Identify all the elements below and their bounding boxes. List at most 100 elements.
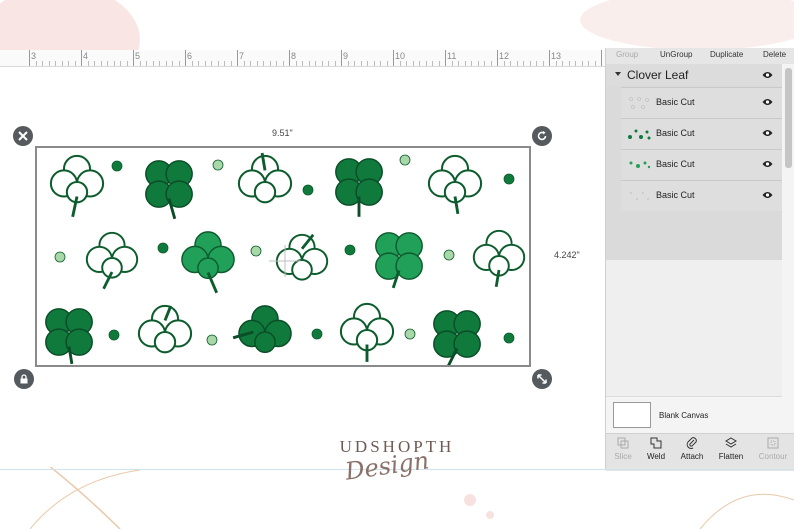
eye-icon[interactable] xyxy=(762,160,773,168)
selected-design[interactable] xyxy=(35,146,531,367)
layer-row[interactable]: Basic Cut xyxy=(621,87,782,118)
clover xyxy=(49,154,105,218)
ruler-tick xyxy=(562,61,563,66)
delete-handle[interactable] xyxy=(13,126,33,146)
ruler-number: 13 xyxy=(551,51,562,61)
ruler-tick xyxy=(243,61,245,66)
group-button[interactable]: Group xyxy=(616,50,638,59)
ruler-tick xyxy=(575,61,576,66)
ruler-number: 6 xyxy=(187,51,193,61)
ruler-tick xyxy=(406,61,407,66)
ruler-tick xyxy=(380,61,381,66)
ruler-number: 7 xyxy=(239,51,245,61)
ruler-tick xyxy=(386,61,388,66)
ruler-tick xyxy=(94,61,95,66)
panel-scrollbar[interactable] xyxy=(782,64,794,470)
clover xyxy=(275,233,329,281)
ruler-tick xyxy=(341,50,342,66)
clover-pattern xyxy=(45,152,526,365)
ruler-tick xyxy=(172,61,173,66)
ruler-tick xyxy=(523,61,524,66)
clover xyxy=(237,152,293,204)
height-dimension: 4.242" xyxy=(554,250,580,260)
ruler-tick xyxy=(412,61,414,66)
ruler-tick xyxy=(432,61,433,66)
canvas-swatch[interactable] xyxy=(613,402,651,428)
eye-icon[interactable] xyxy=(762,71,773,79)
ruler-tick xyxy=(458,61,459,66)
layer-label: Basic Cut xyxy=(656,159,695,169)
lock-handle[interactable] xyxy=(14,369,34,389)
rotate-handle[interactable] xyxy=(532,126,552,146)
ruler-tick xyxy=(204,61,206,66)
ruler-tick xyxy=(74,61,76,66)
clover xyxy=(45,308,93,365)
layer-row[interactable]: Basic Cut xyxy=(621,118,782,149)
ruler-tick xyxy=(302,61,303,66)
ruler-number: 8 xyxy=(291,51,297,61)
ruler-tick xyxy=(295,61,297,66)
ruler-tick xyxy=(328,61,329,66)
ruler-tick xyxy=(61,61,63,66)
close-icon xyxy=(18,131,28,141)
ruler-tick xyxy=(484,61,485,66)
ruler-tick xyxy=(269,61,271,66)
layer-group-name: Clover Leaf xyxy=(627,68,689,82)
clover xyxy=(472,229,526,288)
ruler-tick xyxy=(165,61,167,66)
ruler-tick xyxy=(87,61,89,66)
layer-label: Basic Cut xyxy=(656,97,695,107)
delete-button[interactable]: Delete xyxy=(763,50,786,59)
ruler-tick xyxy=(464,61,466,66)
layer-actions-bar: Group UnGroup Duplicate Delete xyxy=(606,48,794,65)
layer-group-row[interactable]: Clover Leaf xyxy=(606,64,782,86)
chevron-down-icon[interactable] xyxy=(615,72,621,76)
ungroup-button[interactable]: UnGroup xyxy=(660,50,692,59)
ruler-tick xyxy=(133,50,134,66)
ruler-tick xyxy=(594,61,596,66)
ruler-tick xyxy=(55,61,56,66)
scrollbar-thumb[interactable] xyxy=(785,68,792,168)
ruler-tick xyxy=(191,61,193,66)
ruler-number: 4 xyxy=(83,51,89,61)
ruler-number: 9 xyxy=(343,51,349,61)
clover xyxy=(145,160,193,220)
eye-icon[interactable] xyxy=(762,191,773,199)
ruler-tick xyxy=(497,50,498,66)
ruler-tick xyxy=(399,61,401,66)
ruler-tick xyxy=(237,50,238,66)
duplicate-button[interactable]: Duplicate xyxy=(710,50,743,59)
layer-thumbnail-icon xyxy=(628,129,651,140)
clover xyxy=(375,232,423,289)
ruler-tick xyxy=(549,50,550,66)
ruler-tick xyxy=(217,61,219,66)
ruler-tick xyxy=(334,61,336,66)
ruler-tick xyxy=(126,61,128,66)
ruler-tick xyxy=(263,61,264,66)
layer-row[interactable]: Basic Cut xyxy=(621,149,782,180)
ruler-number: 10 xyxy=(395,51,406,61)
ruler-tick xyxy=(68,61,69,66)
eye-icon[interactable] xyxy=(762,98,773,106)
ruler-tick xyxy=(289,50,290,66)
ruler-tick xyxy=(81,50,82,66)
resize-handle[interactable] xyxy=(532,369,552,389)
eye-icon[interactable] xyxy=(762,129,773,137)
clover xyxy=(433,310,481,365)
blank-canvas-row[interactable]: Blank Canvas xyxy=(606,396,782,433)
ruler-tick xyxy=(29,50,30,66)
layer-row[interactable]: Basic Cut xyxy=(621,180,782,211)
horizontal-ruler: 3 4 5 6 7 8 9 10 11 12 13 xyxy=(0,50,605,67)
ruler-number: 5 xyxy=(135,51,141,61)
clover xyxy=(137,304,193,354)
ruler-tick xyxy=(139,61,141,66)
ruler-tick xyxy=(211,61,212,66)
ruler-tick xyxy=(146,61,147,66)
ruler-tick xyxy=(451,61,453,66)
ruler-tick xyxy=(393,50,394,66)
ruler-tick xyxy=(510,61,511,66)
ruler-tick xyxy=(42,61,43,66)
ruler-number: 3 xyxy=(31,51,37,61)
ruler-tick xyxy=(445,50,446,66)
lock-icon xyxy=(20,374,28,384)
